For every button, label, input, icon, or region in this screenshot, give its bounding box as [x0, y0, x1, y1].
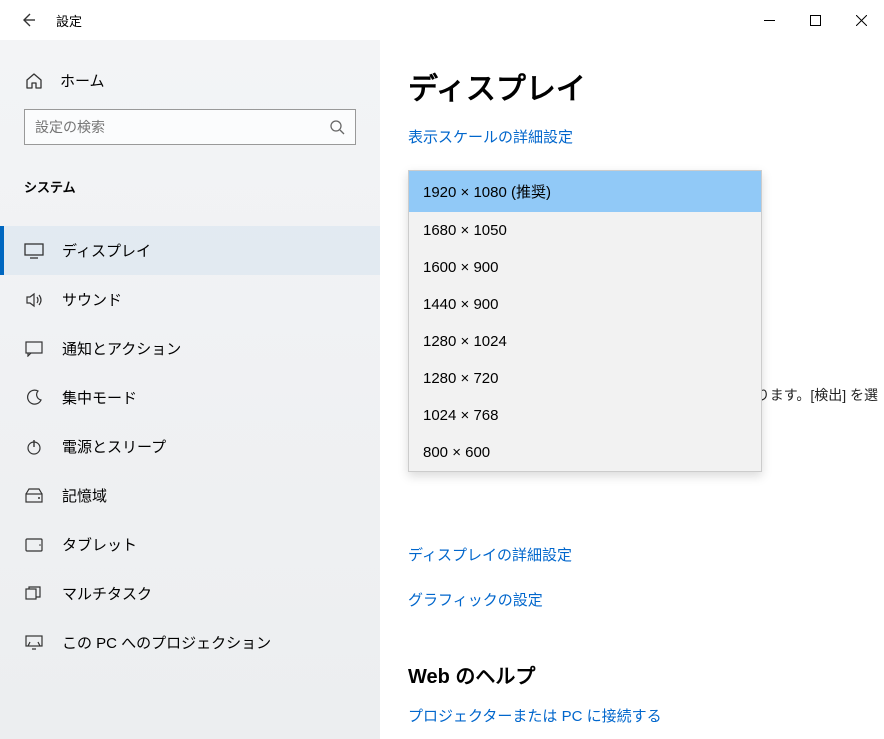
- resolution-option[interactable]: 1280 × 1024: [409, 323, 761, 360]
- close-button[interactable]: [838, 4, 884, 36]
- window-controls: [746, 4, 884, 36]
- search-icon: [329, 119, 345, 135]
- back-button[interactable]: [18, 10, 38, 30]
- resolution-option[interactable]: 1600 × 900: [409, 249, 761, 286]
- sidebar: ホーム システム ディスプレイ サウンド: [0, 40, 380, 739]
- content-area: ディスプレイ 表示スケールの詳細設定 ディスプレイの解像度 ります。[検出] を…: [380, 40, 884, 739]
- display-icon: [24, 241, 44, 261]
- sidebar-item-notifications[interactable]: 通知とアクション: [0, 324, 380, 373]
- minimize-button[interactable]: [746, 4, 792, 36]
- projection-icon: [24, 633, 44, 653]
- close-icon: [856, 15, 867, 26]
- search-box[interactable]: [24, 109, 356, 145]
- sidebar-item-tablet[interactable]: タブレット: [0, 520, 380, 569]
- arrow-left-icon: [20, 12, 36, 28]
- link-graphics-settings[interactable]: グラフィックの設定: [408, 589, 854, 610]
- sidebar-item-label: 電源とスリープ: [62, 436, 166, 457]
- sound-icon: [24, 290, 44, 310]
- power-icon: [24, 437, 44, 457]
- titlebar: 設定: [0, 0, 884, 40]
- sidebar-item-label: ディスプレイ: [62, 240, 151, 261]
- sidebar-item-label: この PC へのプロジェクション: [62, 632, 271, 653]
- behind-text-fragment: ります。[検出] を選: [756, 385, 878, 405]
- main-container: ホーム システム ディスプレイ サウンド: [0, 40, 884, 739]
- home-link[interactable]: ホーム: [0, 60, 380, 101]
- nav-list: ディスプレイ サウンド 通知とアクション 集中モード: [0, 226, 380, 667]
- resolution-option[interactable]: 800 × 600: [409, 434, 761, 471]
- maximize-icon: [810, 15, 821, 26]
- resolution-option[interactable]: 1920 × 1080 (推奨): [409, 171, 761, 212]
- sidebar-item-label: 集中モード: [62, 387, 137, 408]
- search-input[interactable]: [35, 119, 329, 135]
- search-wrap: [0, 101, 380, 161]
- focus-icon: [24, 388, 44, 408]
- sidebar-item-label: タブレット: [62, 534, 137, 555]
- resolution-option[interactable]: 1280 × 720: [409, 360, 761, 397]
- resolution-option[interactable]: 1440 × 900: [409, 286, 761, 323]
- resolution-dropdown-list[interactable]: 1920 × 1080 (推奨) 1680 × 1050 1600 × 900 …: [408, 170, 762, 472]
- storage-icon: [24, 486, 44, 506]
- multitask-icon: [24, 584, 44, 604]
- sidebar-item-sound[interactable]: サウンド: [0, 275, 380, 324]
- sidebar-item-projection[interactable]: この PC へのプロジェクション: [0, 618, 380, 667]
- sidebar-item-storage[interactable]: 記憶域: [0, 471, 380, 520]
- window-title: 設定: [56, 11, 82, 30]
- link-projector-connect[interactable]: プロジェクターまたは PC に接続する: [408, 705, 854, 726]
- minimize-icon: [764, 15, 775, 26]
- link-scaling-advanced[interactable]: 表示スケールの詳細設定: [408, 126, 854, 147]
- tablet-icon: [24, 535, 44, 555]
- home-label: ホーム: [60, 70, 105, 91]
- titlebar-left: 設定: [0, 10, 82, 30]
- sidebar-item-label: マルチタスク: [62, 583, 152, 604]
- sidebar-item-focus[interactable]: 集中モード: [0, 373, 380, 422]
- maximize-button[interactable]: [792, 4, 838, 36]
- resolution-option[interactable]: 1024 × 768: [409, 397, 761, 434]
- web-help-heading: Web のヘルプ: [408, 660, 854, 689]
- link-display-advanced[interactable]: ディスプレイの詳細設定: [408, 544, 854, 565]
- resolution-option[interactable]: 1680 × 1050: [409, 212, 761, 249]
- sidebar-item-multitask[interactable]: マルチタスク: [0, 569, 380, 618]
- sidebar-item-label: 通知とアクション: [62, 338, 181, 359]
- sidebar-item-display[interactable]: ディスプレイ: [0, 226, 380, 275]
- notifications-icon: [24, 339, 44, 359]
- sidebar-item-label: サウンド: [62, 289, 122, 310]
- sidebar-item-label: 記憶域: [62, 485, 107, 506]
- home-icon: [24, 71, 44, 91]
- category-label: システム: [0, 161, 380, 206]
- page-title: ディスプレイ: [408, 64, 854, 108]
- sidebar-item-power[interactable]: 電源とスリープ: [0, 422, 380, 471]
